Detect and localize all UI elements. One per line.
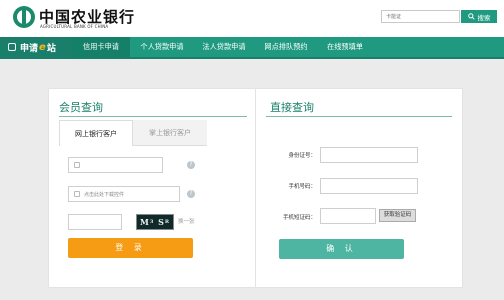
brand-suffix: 站 [46, 43, 56, 54]
lock-icon [74, 191, 80, 197]
search-button-label: 搜索 [477, 13, 491, 22]
sms-code-input[interactable] [320, 208, 376, 224]
brand-e: e [39, 41, 46, 53]
plugin-download-text: 点击此处下载控件 [84, 191, 125, 198]
id-number-input[interactable] [320, 147, 418, 163]
nav-brand[interactable]: 申请 e 站 [0, 37, 72, 57]
phone-label: 手机号码： [288, 184, 316, 190]
refresh-captcha-link[interactable]: 换一张 [178, 217, 195, 225]
search-field[interactable] [381, 10, 460, 23]
help-icon[interactable]: ? [187, 161, 195, 169]
help-icon[interactable]: ? [187, 190, 195, 198]
apply-icon [8, 43, 16, 51]
nav-item-queue-booking[interactable]: 网点排队预约 [255, 37, 317, 57]
captcha-input[interactable] [68, 214, 122, 230]
search-icon [467, 13, 475, 20]
bank-name-en: AGRICULTURAL BANK OF CHINA [40, 24, 109, 29]
nav-item-personal-loan[interactable]: 个人贷款申请 [131, 37, 193, 57]
confirm-button[interactable]: 确 认 [279, 239, 404, 259]
get-code-button[interactable]: 获取验证码 [379, 209, 416, 222]
title-divider [59, 116, 247, 117]
brand-prefix: 申请 [20, 43, 39, 54]
sms-code-label: 手机短证码： [282, 215, 316, 221]
search-button[interactable]: 搜索 [461, 10, 497, 23]
username-field[interactable] [68, 157, 163, 173]
abc-logo-icon[interactable] [13, 6, 35, 28]
nav-item-prefill[interactable]: 在线预填单 [317, 37, 373, 57]
tab-online-banking[interactable]: 网上银行客户 [59, 120, 133, 146]
header: 中国农业银行 AGRICULTURAL BANK OF CHINA 搜索 [0, 0, 504, 37]
login-button[interactable]: 登 录 [68, 238, 193, 258]
captcha-image[interactable]: M3 SR [136, 214, 174, 230]
user-icon [74, 162, 80, 168]
tab-mobile-banking[interactable]: 掌上银行客户 [133, 120, 207, 146]
password-plugin-field[interactable]: 点击此处下载控件 [68, 186, 180, 202]
nav-item-credit-card[interactable]: 信用卡申请 [72, 37, 130, 57]
phone-input[interactable] [320, 178, 418, 194]
member-query-title: 会员查询 [59, 101, 103, 114]
id-number-label: 身份证号： [288, 153, 316, 159]
nav-item-corporate-loan[interactable]: 法人贷款申请 [193, 37, 255, 57]
title-divider [266, 116, 452, 117]
search-input[interactable] [382, 11, 459, 22]
main-nav: 申请 e 站 信用卡申请 个人贷款申请 法人贷款申请 网点排队预约 在线预填单 [0, 37, 504, 59]
direct-query-title: 直接查询 [270, 101, 314, 114]
